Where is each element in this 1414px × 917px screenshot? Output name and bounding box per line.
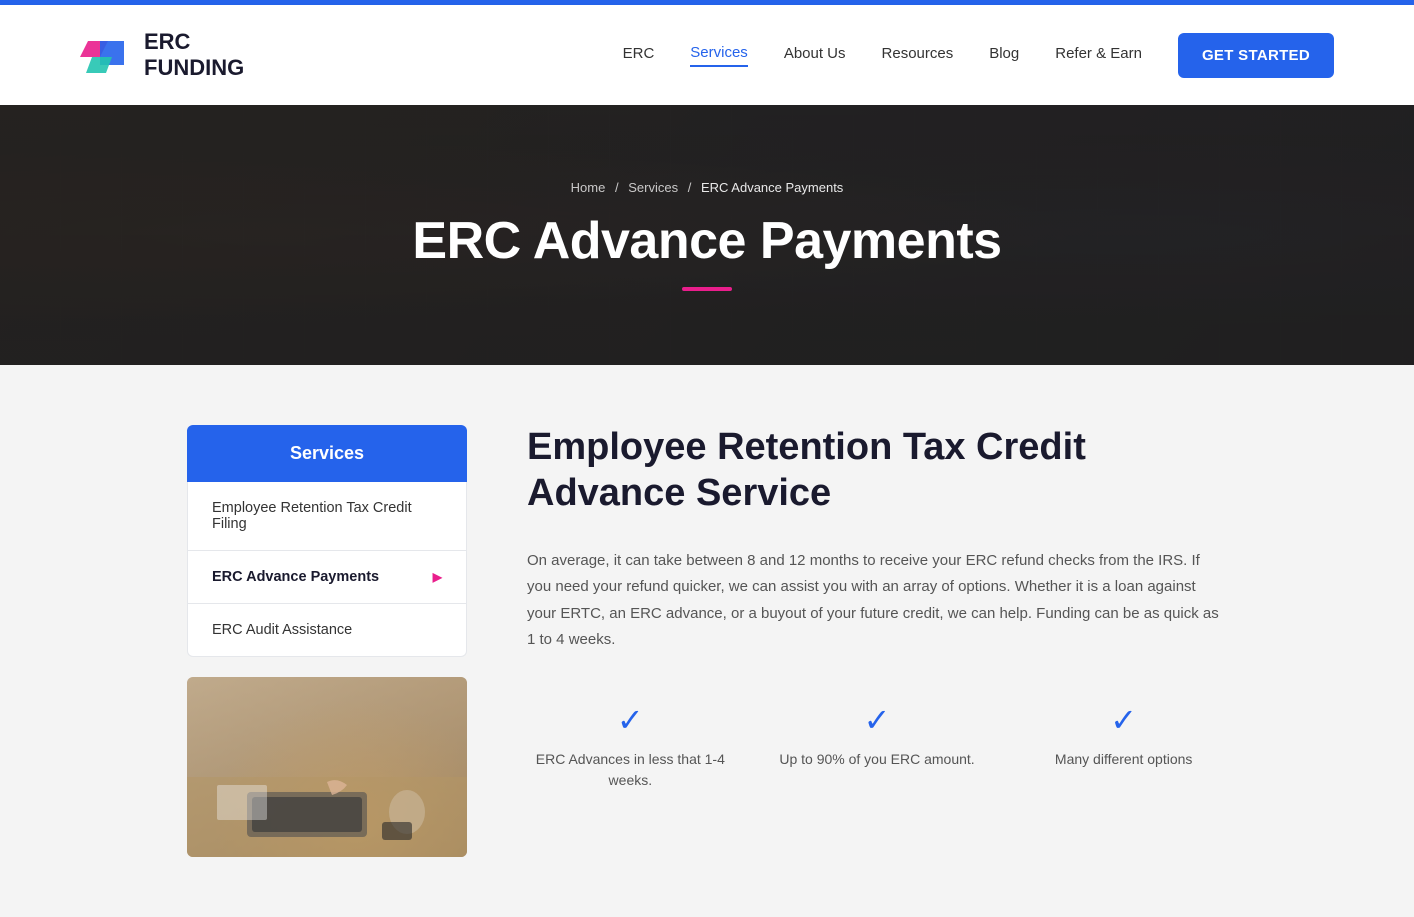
feature-item-1: ✓ ERC Advances in less that 1-4 weeks. xyxy=(527,701,734,791)
arrow-icon: ▶ xyxy=(433,570,442,584)
nav-refer[interactable]: Refer & Earn xyxy=(1055,45,1142,66)
sidebar-title: Services xyxy=(187,425,467,482)
feature-item-2: ✓ Up to 90% of you ERC amount. xyxy=(774,701,981,791)
breadcrumb-current: ERC Advance Payments xyxy=(701,180,843,195)
nav-erc[interactable]: ERC xyxy=(623,45,655,66)
nav-blog[interactable]: Blog xyxy=(989,45,1019,66)
logo-icon xyxy=(80,29,132,81)
content-body: On average, it can take between 8 and 12… xyxy=(527,548,1227,653)
main-content: Services Employee Retention Tax Credit F… xyxy=(107,425,1307,857)
feature-check-2: ✓ xyxy=(774,701,981,739)
logo[interactable]: ERC FUNDING xyxy=(80,29,244,82)
logo-text: ERC FUNDING xyxy=(144,29,244,82)
feature-item-3: ✓ Many different options xyxy=(1020,701,1227,791)
feature-check-1: ✓ xyxy=(527,701,734,739)
sidebar-item-erc-advance[interactable]: ERC Advance Payments ▶ xyxy=(188,551,466,604)
breadcrumb-services[interactable]: Services xyxy=(628,180,678,195)
breadcrumb-sep-2: / xyxy=(688,180,692,195)
feature-label-1: ERC Advances in less that 1-4 weeks. xyxy=(527,749,734,791)
hero-title: ERC Advance Payments xyxy=(412,211,1001,271)
content-title: Employee Retention Tax Credit Advance Se… xyxy=(527,425,1227,516)
nav-about[interactable]: About Us xyxy=(784,45,846,66)
sidebar-menu: Employee Retention Tax Credit Filing ERC… xyxy=(187,482,467,657)
breadcrumb: Home / Services / ERC Advance Payments xyxy=(412,180,1001,195)
sidebar-item-ertc-filing[interactable]: Employee Retention Tax Credit Filing xyxy=(188,482,466,551)
content-area: Employee Retention Tax Credit Advance Se… xyxy=(527,425,1227,791)
sidebar: Services Employee Retention Tax Credit F… xyxy=(187,425,467,857)
feature-check-3: ✓ xyxy=(1020,701,1227,739)
get-started-button[interactable]: GET STARTED xyxy=(1178,33,1334,78)
hero-content: Home / Services / ERC Advance Payments E… xyxy=(412,180,1001,291)
feature-label-3: Many different options xyxy=(1020,749,1227,770)
breadcrumb-home[interactable]: Home xyxy=(571,180,606,195)
hero-section: Home / Services / ERC Advance Payments E… xyxy=(0,105,1414,365)
sidebar-thumbnail xyxy=(187,677,467,857)
breadcrumb-sep-1: / xyxy=(615,180,619,195)
sidebar-item-erc-audit[interactable]: ERC Audit Assistance xyxy=(188,604,466,656)
feature-label-2: Up to 90% of you ERC amount. xyxy=(774,749,981,770)
main-nav: ERC Services About Us Resources Blog Ref… xyxy=(623,33,1334,78)
header: ERC FUNDING ERC Services About Us Resour… xyxy=(0,5,1414,105)
hero-divider xyxy=(682,287,732,291)
features-row: ✓ ERC Advances in less that 1-4 weeks. ✓… xyxy=(527,701,1227,791)
nav-resources[interactable]: Resources xyxy=(882,45,954,66)
nav-services[interactable]: Services xyxy=(690,44,748,67)
